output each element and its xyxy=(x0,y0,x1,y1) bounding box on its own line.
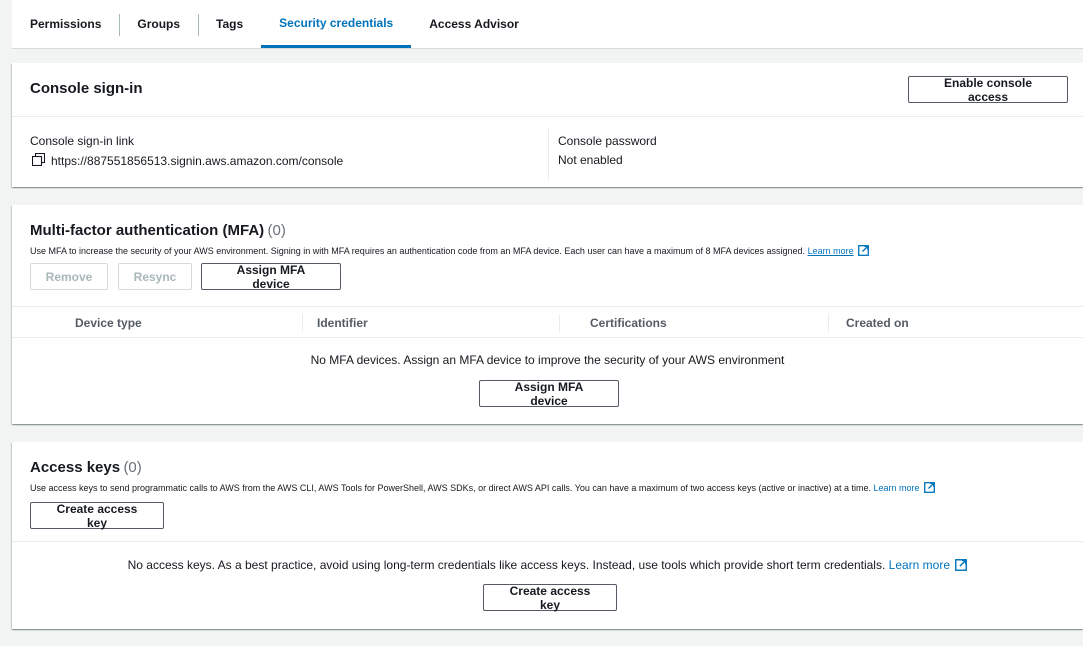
mfa-count: (0) xyxy=(267,222,286,239)
tab-access-advisor[interactable]: Access Advisor xyxy=(411,0,537,48)
console-signin-link-label: Console sign-in link xyxy=(30,134,135,148)
column-header-identifier[interactable]: Identifier xyxy=(317,316,368,330)
access-keys-empty-row: No access keys. As a best practice, avoi… xyxy=(12,558,1083,574)
external-link-icon xyxy=(924,482,935,495)
external-link-icon xyxy=(955,559,968,574)
external-link-icon xyxy=(858,245,870,258)
access-keys-title-row: Access keys (0) xyxy=(30,459,142,476)
console-signin-url[interactable]: https://887551856513.signin.aws.amazon.c… xyxy=(51,154,343,168)
assign-mfa-device-empty-button[interactable]: Assign MFA device xyxy=(479,380,619,408)
column-divider xyxy=(548,129,549,181)
create-access-key-empty-button[interactable]: Create access key xyxy=(483,584,617,612)
copy-icon[interactable] xyxy=(31,152,46,169)
tab-bar: Permissions Groups Tags Security credent… xyxy=(12,0,1083,49)
console-signin-title: Console sign-in xyxy=(30,80,143,97)
mfa-resync-button[interactable]: Resync xyxy=(118,263,192,290)
column-divider xyxy=(828,314,829,332)
access-keys-panel: Access keys (0) Use access keys to send … xyxy=(12,442,1083,629)
section-divider xyxy=(12,541,1083,542)
tab-groups[interactable]: Groups xyxy=(119,0,198,48)
access-keys-empty-message: No access keys. As a best practice, avoi… xyxy=(127,558,886,572)
access-keys-empty-learn-more-link[interactable]: Learn more xyxy=(889,558,950,572)
access-keys-title: Access keys xyxy=(30,459,121,476)
mfa-learn-more-link[interactable]: Learn more xyxy=(808,246,854,256)
console-signin-link-row: https://887551856513.signin.aws.amazon.c… xyxy=(31,152,343,169)
column-header-certifications[interactable]: Certifications xyxy=(590,316,667,330)
mfa-description-row: Use MFA to increase the security of your… xyxy=(30,245,870,258)
tab-tags[interactable]: Tags xyxy=(198,0,261,48)
mfa-title: Multi-factor authentication (MFA) xyxy=(30,222,265,239)
create-access-key-button[interactable]: Create access key xyxy=(30,502,164,530)
column-divider xyxy=(559,314,560,332)
access-keys-learn-more-link[interactable]: Learn more xyxy=(874,483,920,493)
console-signin-header: Console sign-in Enable console access xyxy=(12,63,1083,117)
enable-console-access-button[interactable]: Enable console access xyxy=(908,76,1068,104)
access-keys-count: (0) xyxy=(123,459,142,476)
console-password-value: Not enabled xyxy=(558,153,623,167)
mfa-title-row: Multi-factor authentication (MFA) (0) xyxy=(30,222,286,239)
tab-security-credentials[interactable]: Security credentials xyxy=(261,0,412,48)
mfa-remove-button[interactable]: Remove xyxy=(30,263,108,290)
assign-mfa-device-button[interactable]: Assign MFA device xyxy=(201,263,341,291)
column-divider xyxy=(302,314,303,332)
column-header-device-type[interactable]: Device type xyxy=(75,316,142,330)
column-header-created-on[interactable]: Created on xyxy=(846,316,909,330)
access-keys-description-row: Use access keys to send programmatic cal… xyxy=(30,482,935,495)
access-keys-description: Use access keys to send programmatic cal… xyxy=(30,483,871,493)
console-signin-panel: Console sign-in Enable console access Co… xyxy=(12,63,1083,187)
mfa-empty-message: No MFA devices. Assign an MFA device to … xyxy=(310,353,785,367)
mfa-description: Use MFA to increase the security of your… xyxy=(30,246,806,256)
console-password-label: Console password xyxy=(558,134,657,148)
mfa-table-header: Device type Identifier Certifications Cr… xyxy=(12,306,1083,338)
mfa-panel: Multi-factor authentication (MFA) (0) Us… xyxy=(12,205,1083,424)
tab-permissions[interactable]: Permissions xyxy=(12,0,119,48)
